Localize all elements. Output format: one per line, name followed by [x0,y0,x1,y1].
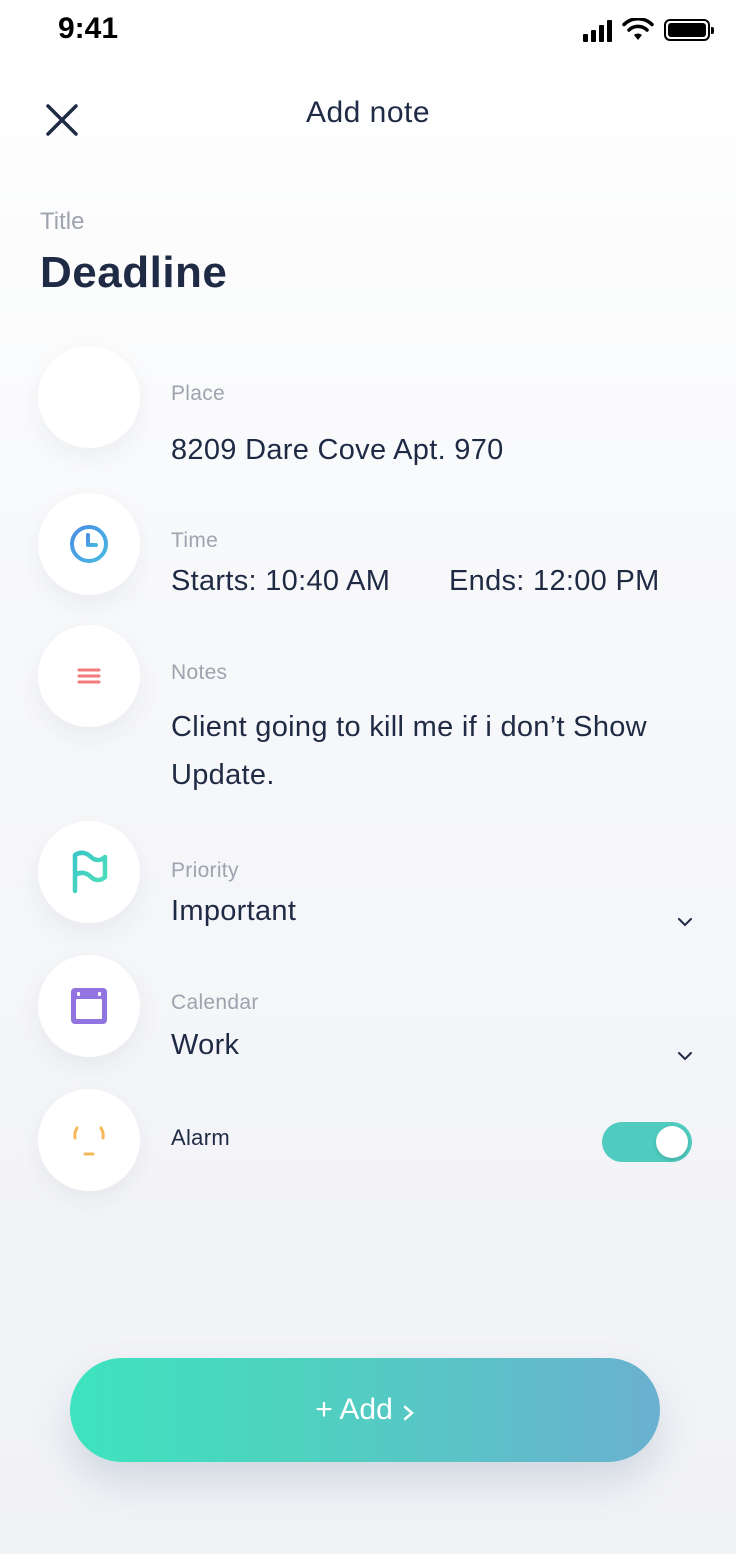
title-input[interactable]: Deadline [40,248,227,298]
notes-icon-container [38,625,140,727]
alarm-label: Alarm [171,1125,230,1150]
alarm-icon-container [38,1089,140,1191]
place-label: Place [171,382,226,405]
notes-row[interactable]: Notes Client going to kill me if i don’t… [0,625,736,805]
calendar-value: Work [171,1029,240,1061]
notes-line-1: Client going to kill me if i don’t Show [171,711,647,743]
place-value: 8209 Dare Cove Apt. 970 [171,434,504,466]
add-button-label: + Add [315,1393,393,1426]
calendar-dropdown-toggle[interactable] [676,1047,694,1065]
flag-icon [72,850,108,894]
add-button[interactable]: + Add [70,1358,660,1462]
time-start[interactable]: Starts: 10:40 AM [171,565,390,598]
place-icon [38,346,140,448]
flag-icon-container [38,821,140,923]
wifi-icon [622,18,654,40]
chevron-down-icon [678,917,692,926]
calendar-icon [71,988,107,1024]
priority-row[interactable]: Priority Important [0,821,736,931]
status-time: 9:41 [58,12,119,45]
chevron-down-icon [678,1051,692,1060]
notes-label: Notes [171,661,228,684]
place-row[interactable]: Place 8209 Dare Cove Apt. 970 [0,346,736,466]
title-label: Title [40,208,85,235]
battery-icon [664,19,714,41]
priority-value: Important [171,895,297,927]
time-end[interactable]: Ends: 12:00 PM [449,565,660,598]
chevron-right-icon [403,1405,414,1421]
calendar-row[interactable]: Calendar Work [0,955,736,1065]
time-row[interactable]: Time Starts: 10:40 AM Ends: 12:00 PM [0,493,736,603]
status-bar: 9:41 [0,0,736,60]
alarm-icon [73,1126,105,1156]
alarm-row: Alarm [0,1089,736,1199]
signal-icon [583,18,612,42]
clock-icon [70,525,108,563]
priority-dropdown-toggle[interactable] [676,913,694,931]
alarm-toggle[interactable] [602,1122,692,1162]
notes-icon [77,668,101,684]
status-icons [583,18,714,42]
page-title: Add note [305,96,431,129]
toggle-knob [656,1126,688,1158]
notes-line-2: Update. [171,759,275,791]
calendar-label: Calendar [171,991,259,1014]
header: Add note [0,80,736,150]
time-label: Time [171,529,219,552]
calendar-icon-container [38,955,140,1057]
clock-icon-container [38,493,140,595]
priority-label: Priority [171,859,239,882]
